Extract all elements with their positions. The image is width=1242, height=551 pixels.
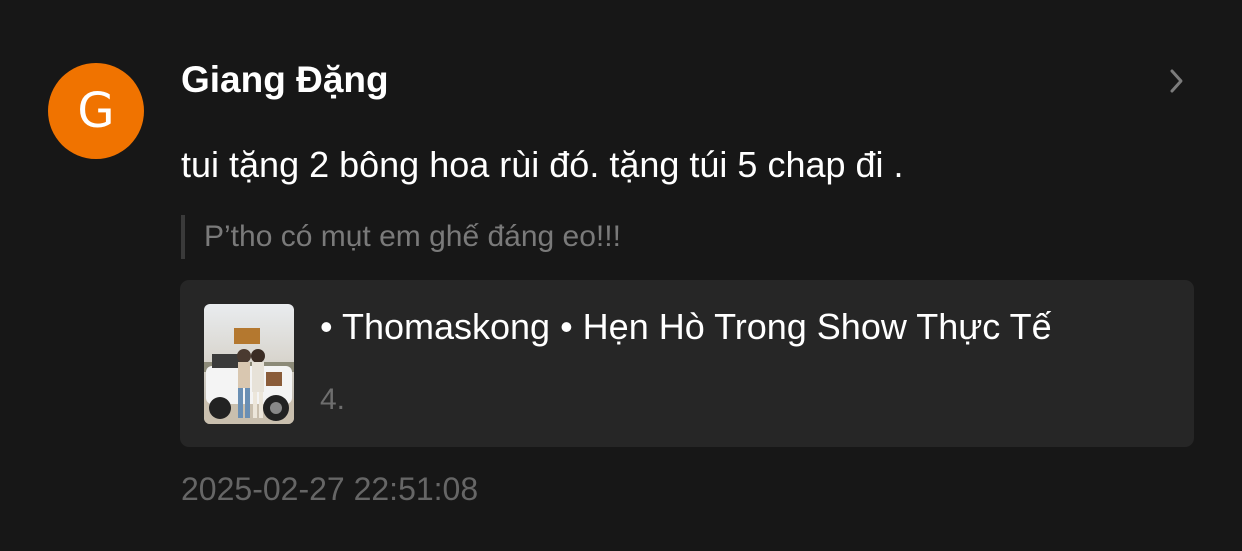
chevron-right-icon[interactable] xyxy=(1164,66,1190,96)
quoted-text: P’tho có mụt em ghế đáng eo!!! xyxy=(181,215,621,259)
work-title: • Thomaskong • Hẹn Hò Trong Show Thực Tế xyxy=(320,306,1052,347)
username[interactable]: Giang Đặng xyxy=(181,58,389,102)
comment-text: tui tặng 2 bông hoa rùi đó. tặng túi 5 c… xyxy=(181,144,904,185)
work-subtitle: 4. xyxy=(320,383,346,416)
work-card[interactable]: • Thomaskong • Hẹn Hò Trong Show Thực Tế… xyxy=(180,280,1194,447)
avatar-initial: G xyxy=(77,83,115,139)
avatar[interactable]: G xyxy=(48,63,144,159)
comment-item: G Giang Đặng tui tặng 2 bông hoa rùi đó.… xyxy=(0,0,1242,551)
cover-image xyxy=(204,304,294,424)
timestamp: 2025-02-27 22:51:08 xyxy=(181,471,479,507)
